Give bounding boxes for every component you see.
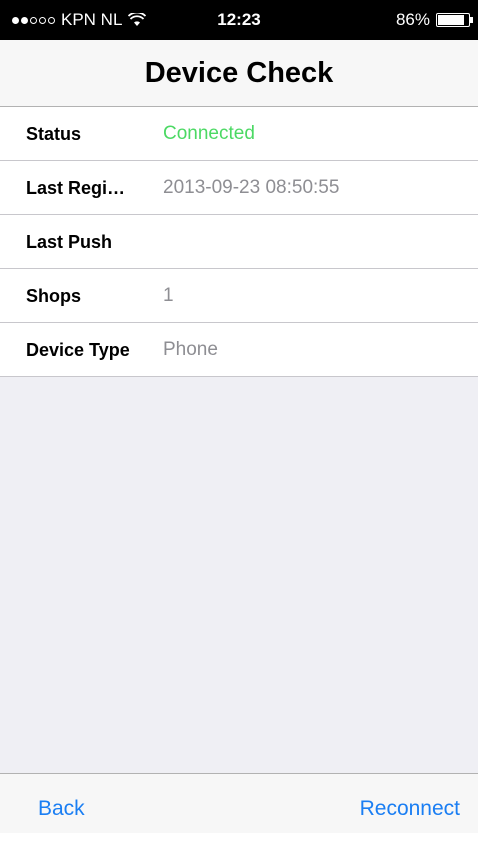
table-row-last-push: Last Push xyxy=(0,215,478,269)
battery-tip xyxy=(470,17,473,23)
device-info-table: Status Connected Last Regi… 2013-09-23 0… xyxy=(0,107,478,377)
table-row-shops: Shops 1 xyxy=(0,269,478,323)
device-check-screen: KPN NL 12:23 86% Device Check Status Con… xyxy=(0,0,478,833)
shops-value: 1 xyxy=(163,285,174,306)
row-label: Device Type xyxy=(26,340,130,360)
battery-fill xyxy=(438,15,464,25)
status-right: 86% xyxy=(395,10,473,30)
battery-icon xyxy=(436,13,473,27)
row-label: Last Regi… xyxy=(26,178,126,198)
status-bar: KPN NL 12:23 86% xyxy=(0,0,478,40)
table-row-status: Status Connected xyxy=(0,107,478,161)
device-type-value: Phone xyxy=(163,339,218,360)
table-row-last-registration: Last Regi… 2013-09-23 08:50:55 xyxy=(0,161,478,215)
navigation-bar: Device Check xyxy=(0,40,478,107)
battery-percent: 86% xyxy=(395,10,430,29)
back-button[interactable]: Back xyxy=(38,774,85,834)
row-label: Shops xyxy=(26,286,82,306)
reconnect-button[interactable]: Reconnect xyxy=(360,774,460,834)
bottom-toolbar: Back Reconnect xyxy=(0,773,478,833)
last-registration-value: 2013-09-23 08:50:55 xyxy=(163,177,340,198)
page-title: Device Check xyxy=(144,57,334,89)
status-value: Connected xyxy=(163,123,255,144)
table-row-device-type: Device Type Phone xyxy=(0,323,478,377)
row-label: Last Push xyxy=(26,232,113,252)
row-label: Status xyxy=(26,124,82,144)
